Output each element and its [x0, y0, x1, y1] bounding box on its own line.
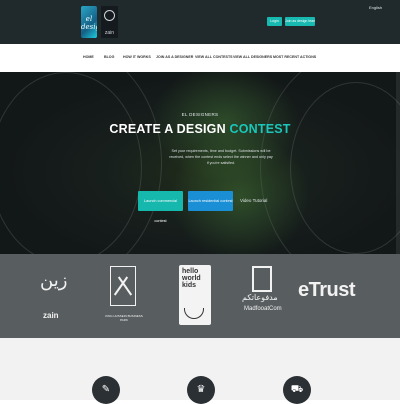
logo-wordmark: el designers — [81, 15, 97, 31]
nav-how-it-works[interactable]: HOW IT WORKS — [123, 55, 151, 59]
hero-banner: EL DESIGNERS CREATE A DESIGN CONTEST Set… — [0, 72, 400, 254]
madfooatcom-arabic-text: مدفوعاتكم — [242, 293, 278, 302]
login-button[interactable]: Login — [267, 17, 282, 26]
nav-join-as-designer[interactable]: JOIN AS A DESIGNER — [156, 55, 193, 59]
madfooatcom-logo-icon — [252, 266, 272, 292]
hello-world-kids-logo: hello world kids — [179, 265, 211, 325]
launch-residential-contest-button[interactable]: Launch residential contest — [188, 191, 233, 211]
nav-view-all-contests[interactable]: VIEW ALL CONTESTS — [195, 55, 233, 59]
etrust-logo: eTrust — [298, 279, 356, 301]
nav-home[interactable]: HOME — [83, 55, 94, 59]
launch-commercial-contest-button[interactable]: Launch commercial contest — [138, 191, 183, 223]
video-tutorial-link[interactable]: Video Tutorial — [240, 198, 267, 203]
hello-world-kids-text: hello world kids — [182, 268, 201, 289]
page-scrollbar[interactable] — [396, 72, 400, 254]
zain-arabic-logo: زين — [40, 270, 68, 291]
king-hussein-logo-icon — [110, 266, 136, 306]
king-hussein-logo-text: KING HUSSEIN BUSINESS PARK — [105, 314, 143, 322]
headline-accent: CONTEST — [229, 122, 291, 136]
zain-logo-text: zain — [104, 30, 115, 36]
headline-main: CREATE A DESIGN — [109, 122, 230, 136]
top-header: el designers zain Login Join as design t… — [0, 0, 400, 44]
nav-blog[interactable]: BLOG — [104, 55, 114, 59]
zain-ring-icon — [104, 10, 115, 21]
hero-subtitle: EL DESIGNERS — [181, 112, 219, 117]
zain-english-logo: zain — [43, 311, 59, 320]
nav-most-recent-actions[interactable]: MOST RECENT ACTIONS — [273, 55, 316, 59]
language-switch[interactable]: English — [369, 5, 382, 10]
madfooatcom-english-text: MadfooatCom — [244, 306, 282, 312]
el-designers-logo[interactable]: el designers — [81, 6, 97, 38]
nav-view-all-designers[interactable]: VIEW ALL DESIGNERS — [233, 55, 272, 59]
zain-sponsor-logo[interactable]: zain — [101, 6, 118, 38]
main-nav: HOME BLOG HOW IT WORKS JOIN AS A DESIGNE… — [0, 44, 400, 72]
hero-description: Set your requirements, time and budget. … — [169, 149, 273, 165]
smile-icon — [184, 308, 204, 319]
hero-headline: CREATE A DESIGN CONTEST — [0, 122, 400, 136]
join-design-team-button[interactable]: Join as design team — [285, 17, 315, 26]
